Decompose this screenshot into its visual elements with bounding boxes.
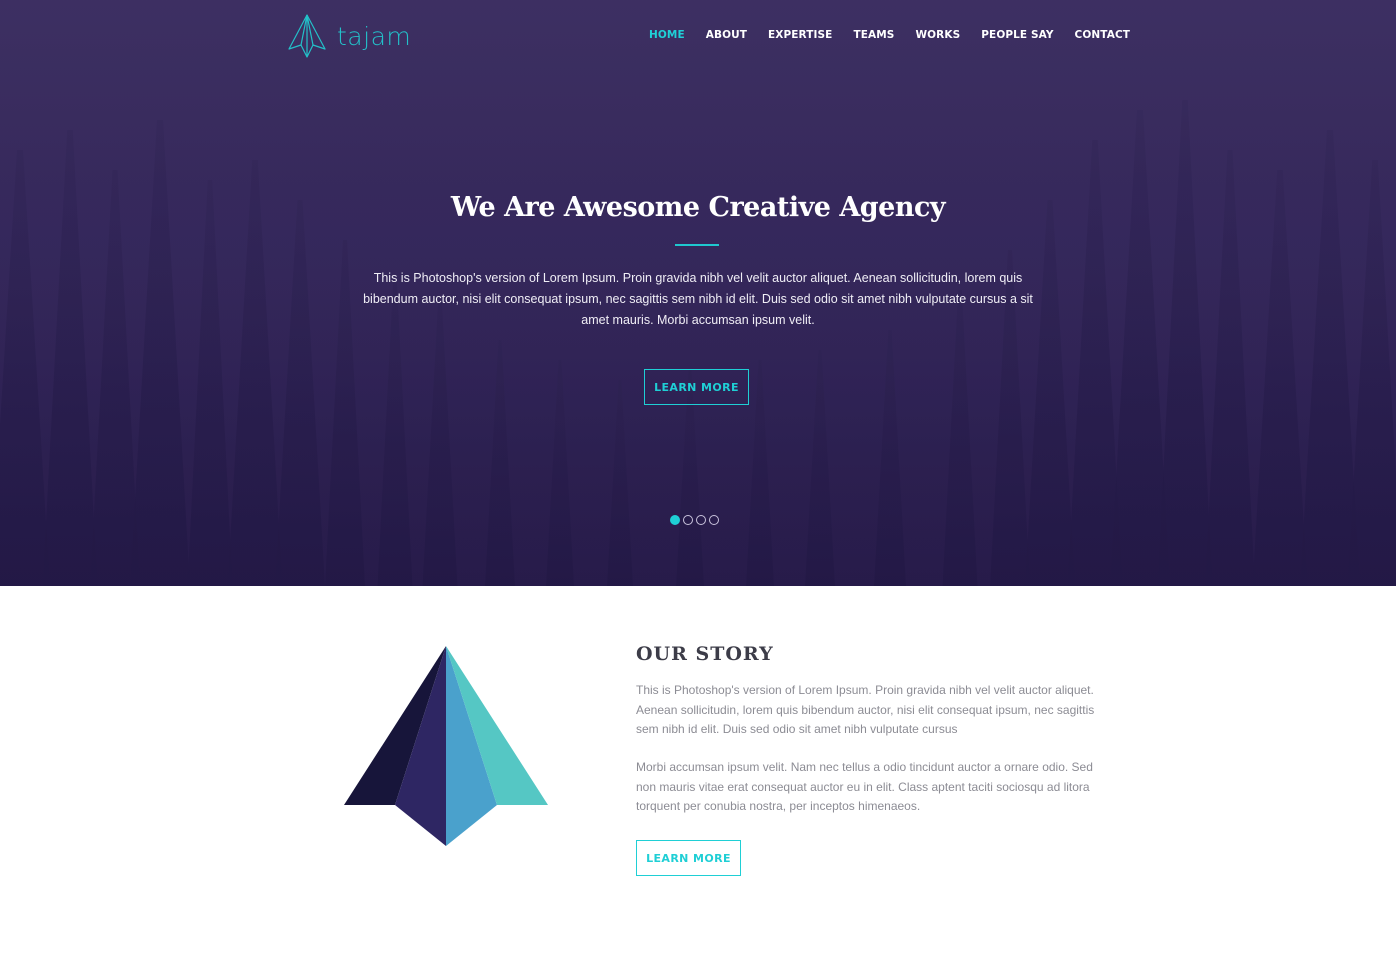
hero-description: This is Photoshop's version of Lorem Ips…: [363, 271, 1033, 327]
slider-dot-1[interactable]: [670, 515, 680, 525]
hero-title: We Are Awesome Creative Agency: [450, 192, 946, 223]
brand-name: tajam: [337, 21, 412, 51]
story-title: OUR STORY: [636, 643, 774, 665]
story-learn-more-button[interactable]: LEARN MORE: [636, 840, 741, 876]
story-paragraph-1: This is Photoshop's version of Lorem Ips…: [636, 683, 1095, 736]
slider-dot-4[interactable]: [709, 515, 719, 525]
hero-section: tajam HOME ABOUT EXPERTISE TEAMS WORKS P…: [0, 0, 1396, 586]
main-nav: HOME ABOUT EXPERTISE TEAMS WORKS PEOPLE …: [649, 29, 1130, 41]
paper-plane-graphic: [344, 646, 548, 846]
nav-teams[interactable]: TEAMS: [853, 29, 894, 41]
story-paragraph-2: Morbi accumsan ipsum velit. Nam nec tell…: [636, 760, 1093, 813]
nav-expertise[interactable]: EXPERTISE: [768, 29, 832, 41]
nav-works[interactable]: WORKS: [915, 29, 960, 41]
nav-people-say[interactable]: PEOPLE SAY: [981, 29, 1053, 41]
hero-learn-more-button[interactable]: LEARN MORE: [644, 369, 749, 405]
nav-home[interactable]: HOME: [649, 29, 685, 41]
slider-dot-3[interactable]: [696, 515, 706, 525]
slider-dot-2[interactable]: [683, 515, 693, 525]
nav-contact[interactable]: CONTACT: [1075, 29, 1130, 41]
slider-pagination: [670, 515, 722, 525]
hero-divider: [675, 244, 719, 246]
brand-logo[interactable]: tajam: [287, 13, 411, 59]
paper-plane-logo-icon: [288, 14, 326, 58]
nav-about[interactable]: ABOUT: [706, 29, 747, 41]
